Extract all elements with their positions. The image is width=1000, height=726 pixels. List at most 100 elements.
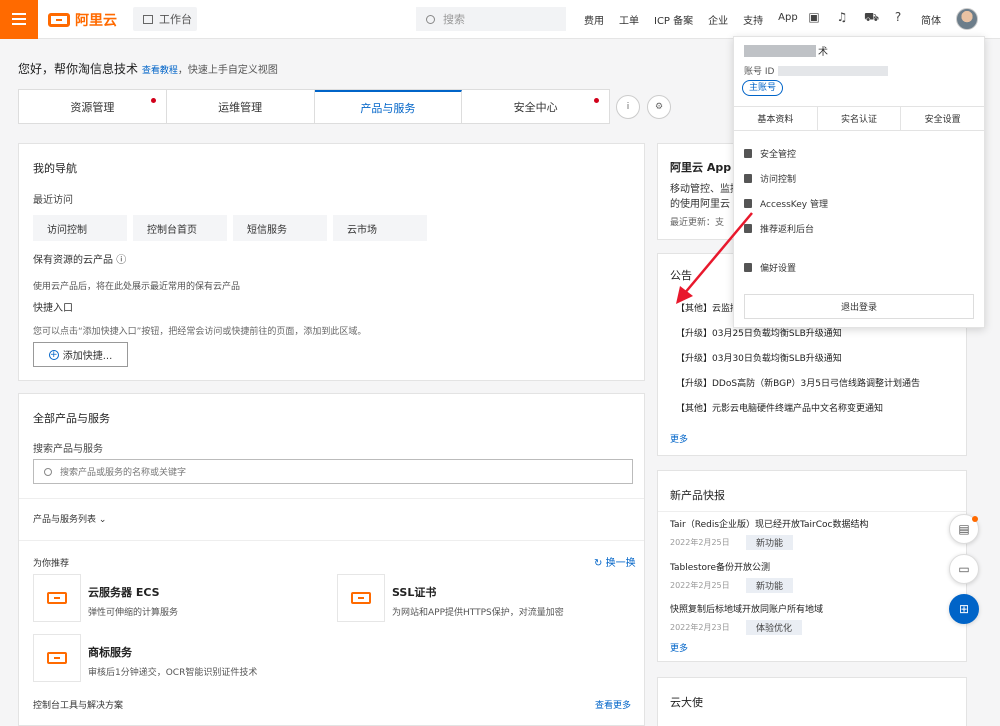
card-title: 新产品快报 xyxy=(670,489,725,502)
notice-item[interactable]: 【其他】元影云电脑硬件终端产品中文名称变更通知 xyxy=(676,401,920,426)
account-id-redacted xyxy=(778,65,889,76)
global-search-input[interactable]: 搜索 xyxy=(416,7,566,31)
referral-icon xyxy=(744,224,752,233)
new-product-item[interactable]: Tair（Redis企业版）现已经开放TairCoc数据结构 2022年2月25… xyxy=(670,517,868,550)
search-placeholder: 搜索 xyxy=(443,13,465,26)
notice-item[interactable]: 【升级】03月30日负载均衡SLB升级通知 xyxy=(676,351,920,376)
product-name: 云服务器 ECS xyxy=(88,586,160,599)
account-tabs: 基本资料 实名认证 安全设置 xyxy=(734,106,984,131)
screen-icon[interactable]: ▣ xyxy=(808,11,820,24)
new-product-date: 2022年2月25日 xyxy=(670,538,730,547)
tab-label: 产品与服务 xyxy=(360,101,416,115)
account-id-label: 账号 ID xyxy=(744,67,775,77)
my-navigation-card: 我的导航 最近访问 访问控制 控制台首页 短信服务 云市场 保有资源的云产品 ⓘ… xyxy=(18,143,645,381)
owned-label-text: 保有资源的云产品 xyxy=(33,255,113,266)
recent-item[interactable]: 短信服务 xyxy=(233,215,327,241)
service-icon[interactable]: ⊞ xyxy=(949,594,979,624)
cloud-icon xyxy=(744,174,752,183)
notice-more-link[interactable]: 更多 xyxy=(670,432,688,445)
recent-item[interactable]: 访问控制 xyxy=(33,215,127,241)
app-update: 最近更新：支 xyxy=(670,218,725,228)
app-desc: 移动管控、监控 xyxy=(670,184,740,195)
logout-button[interactable]: 退出登录 xyxy=(744,294,974,319)
tutorial-link[interactable]: 查看教程 xyxy=(142,66,178,76)
product-search-input[interactable]: 搜索产品或服务的名称或关键字 xyxy=(33,459,633,484)
top-nav: 费用 工单 ICP 备案 企业 支持 App xyxy=(584,12,798,27)
tab-ops[interactable]: 运维管理 xyxy=(167,90,315,123)
logo-text: 阿里云 xyxy=(75,13,117,29)
feedback-icon[interactable]: ▭ xyxy=(949,554,979,584)
add-shortcut-button[interactable]: + 添加快捷... xyxy=(33,342,128,367)
new-product-item[interactable]: 快照复制后标地域开放同账户所有地域 2022年2月23日 体验优化 xyxy=(670,602,823,635)
new-product-item[interactable]: Tablestore备份开放公测 2022年2月25日 新功能 xyxy=(670,560,794,593)
tab-verification[interactable]: 实名认证 xyxy=(818,107,902,130)
greeting-suffix: ，快速上手自定义视图 xyxy=(177,65,278,76)
key-icon xyxy=(744,199,752,208)
product-ecs[interactable]: 云服务器 ECS 弹性可伸缩的计算服务 xyxy=(33,574,178,622)
status-badge: 新功能 xyxy=(746,535,794,550)
nav-app[interactable]: App xyxy=(778,12,798,27)
aliyun-product-icon xyxy=(337,574,385,622)
see-more-link[interactable]: 查看更多 xyxy=(595,698,631,711)
recent-item[interactable]: 控制台首页 xyxy=(133,215,227,241)
gear-icon xyxy=(744,263,752,272)
tab-resources[interactable]: 资源管理 xyxy=(19,90,167,123)
tab-profile[interactable]: 基本资料 xyxy=(734,107,818,130)
search-placeholder: 搜索产品或服务的名称或关键字 xyxy=(60,468,187,478)
menu-referral[interactable]: 推荐返利后台 xyxy=(744,216,828,241)
menu-preferences[interactable]: 偏好设置 xyxy=(744,255,828,280)
recent-item[interactable]: 云市场 xyxy=(333,215,427,241)
nav-enterprise[interactable]: 企业 xyxy=(708,12,728,27)
recommend-label: 为你推荐 xyxy=(33,559,70,569)
aliyun-product-icon xyxy=(33,574,81,622)
tab-security-settings[interactable]: 安全设置 xyxy=(901,107,984,130)
menu-icon[interactable] xyxy=(0,0,38,39)
quick-desc: 您可以点击“添加快捷入口”按钮，把经常会访问或快捷前往的页面，添加到此区域。 xyxy=(33,327,367,337)
product-desc: 审核后1分钟递交，OCR智能识别证件技术 xyxy=(88,668,258,678)
account-dropdown: 术 账号 ID 主账号 基本资料 实名认证 安全设置 安全管控 访问控制 Acc… xyxy=(733,36,985,328)
tab-products[interactable]: 产品与服务 xyxy=(314,90,463,123)
ambassador-card: 云大使 xyxy=(657,677,967,726)
product-ssl[interactable]: SSL证书 为网站和APP提供HTTPS保护，对流量加密 xyxy=(337,574,564,622)
product-name: 商标服务 xyxy=(88,646,132,659)
clipboard-icon[interactable]: ▤ xyxy=(949,514,979,544)
help-icon[interactable]: ⓘ xyxy=(116,255,126,266)
nav-fees[interactable]: 费用 xyxy=(584,12,604,27)
new-product-name: 快照复制后标地域开放同账户所有地域 xyxy=(670,605,824,615)
aliyun-logo-icon xyxy=(48,13,70,27)
product-trademark[interactable]: 商标服务审核后1分钟递交，OCR智能识别证件技术 xyxy=(33,634,257,682)
divider xyxy=(658,511,966,512)
new-product-date: 2022年2月23日 xyxy=(670,623,730,632)
notice-item[interactable]: 【升级】DDoS高防（新BGP）3月5日弓信线路调整计划通告 xyxy=(676,376,920,401)
account-name-suffix: 术 xyxy=(818,47,828,58)
nav-icp[interactable]: ICP 备案 xyxy=(654,12,693,27)
status-badge: 体验优化 xyxy=(746,620,803,635)
refresh-button[interactable]: ↻ 换一换 xyxy=(594,554,636,569)
tab-label: 运维管理 xyxy=(218,100,263,114)
help-icon[interactable]: ? xyxy=(892,11,904,24)
bell-icon[interactable]: ♫ xyxy=(836,11,848,24)
workbench-button[interactable]: 工作台 xyxy=(133,7,197,31)
new-products-more-link[interactable]: 更多 xyxy=(670,641,688,654)
new-product-name: Tair（Redis企业版）现已经开放TairCoc数据结构 xyxy=(670,520,869,530)
settings-icon[interactable]: ⚙ xyxy=(647,95,671,119)
info-icon[interactable]: i xyxy=(616,95,640,119)
menu-access-control[interactable]: 访问控制 xyxy=(744,166,828,191)
refresh-label: 换一换 xyxy=(605,558,636,569)
language-switch[interactable]: 简体 xyxy=(921,12,941,27)
nav-tickets[interactable]: 工单 xyxy=(619,12,639,27)
aliyun-logo[interactable]: 阿里云 xyxy=(48,10,117,30)
menu-accesskey[interactable]: AccessKey 管理 xyxy=(744,191,828,216)
divider xyxy=(19,540,644,541)
menu-security-control[interactable]: 安全管控 xyxy=(744,141,828,166)
main-tabs: 资源管理 运维管理 产品与服务 安全中心 xyxy=(18,89,610,124)
add-shortcut-label: 添加快捷... xyxy=(62,351,113,362)
nav-support[interactable]: 支持 xyxy=(743,12,763,27)
menu-label: 安全管控 xyxy=(760,150,797,160)
notice-item[interactable]: 【升级】03月25日负载均衡SLB升级通知 xyxy=(676,326,920,351)
product-list-toggle[interactable]: 产品与服务列表 ⌄ xyxy=(33,512,106,525)
tab-security[interactable]: 安全中心 xyxy=(462,90,609,123)
cart-icon[interactable]: ⛟ xyxy=(864,11,879,24)
app-desc: 的使用阿里云 xyxy=(670,199,730,210)
avatar[interactable] xyxy=(956,8,978,30)
